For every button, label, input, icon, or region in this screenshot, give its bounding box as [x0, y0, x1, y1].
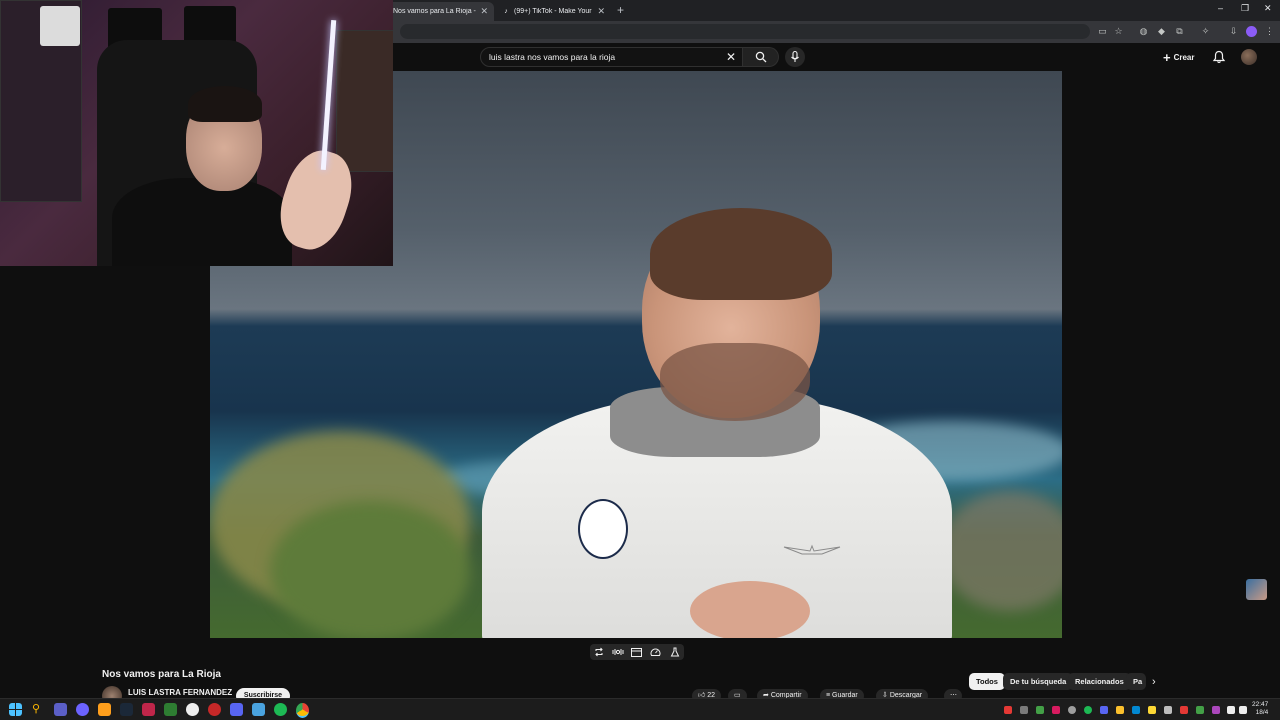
windows-start-icon[interactable]: [9, 703, 22, 716]
profile-avatar-icon[interactable]: [1246, 26, 1257, 37]
tray-icon[interactable]: [1100, 706, 1108, 714]
chip-de-tu-busqueda[interactable]: De tu búsqueda: [1003, 673, 1074, 690]
search-query-text: luis lastra nos vamos para la rioja: [489, 52, 616, 62]
menu-kebab-icon[interactable]: ⋮: [1264, 26, 1275, 37]
search-button[interactable]: [743, 47, 779, 67]
search-icon[interactable]: ⚲: [32, 703, 45, 716]
steam-icon[interactable]: [120, 703, 133, 716]
account-avatar[interactable]: [1241, 49, 1257, 65]
app-icon[interactable]: [98, 703, 111, 716]
spotify-icon[interactable]: [274, 703, 287, 716]
create-label: Crear: [1173, 52, 1195, 62]
windows-taskbar: ⚲ 22:47 18/4: [0, 698, 1280, 720]
chip-partial[interactable]: Pa: [1126, 673, 1146, 690]
related-video-thumbnail[interactable]: [1246, 579, 1267, 600]
streamer-hair: [188, 86, 262, 122]
bookmarks-icon[interactable]: ✧: [1200, 26, 1211, 37]
app-icon[interactable]: [208, 703, 221, 716]
playback-speed-icon[interactable]: [649, 645, 663, 659]
youtube-header: luis lastra nos vamos para la rioja ✕ + …: [393, 43, 1280, 71]
cast-icon[interactable]: ▭: [1097, 26, 1108, 37]
omnibox[interactable]: [400, 24, 1090, 39]
coastal-rocks: [940, 491, 1062, 611]
neon-light-bar: [320, 20, 337, 170]
tray-icon[interactable]: [1132, 706, 1140, 714]
shirt-print: [782, 543, 842, 559]
tab-title: (99+) TikTok - Make Your Day: [514, 8, 593, 15]
search-input[interactable]: luis lastra nos vamos para la rioja ✕: [480, 47, 743, 67]
extensions-puzzle-icon[interactable]: ⧉: [1174, 26, 1185, 37]
close-tab-icon[interactable]: ✕: [597, 6, 605, 17]
bookshelf: [336, 30, 393, 172]
chip-todos[interactable]: Todos: [969, 673, 1005, 690]
close-window-button[interactable]: ✕: [1264, 3, 1272, 14]
tray-icon[interactable]: [1116, 706, 1124, 714]
system-clock[interactable]: 22:47 18/4: [1252, 701, 1268, 717]
person-beard: [660, 343, 810, 421]
tray-icon[interactable]: [1212, 706, 1220, 714]
downloads-icon[interactable]: ⇩: [1228, 26, 1239, 37]
microphone-icon: [791, 50, 799, 62]
loop-icon[interactable]: [592, 645, 606, 659]
miniplayer-icon[interactable]: [630, 645, 644, 659]
tray-icon[interactable]: [1020, 706, 1028, 714]
app-icon[interactable]: [142, 703, 155, 716]
search-icon: [755, 51, 767, 63]
app-icon[interactable]: [252, 703, 265, 716]
tray-icon[interactable]: [1180, 706, 1188, 714]
clock-time: 22:47: [1252, 701, 1269, 708]
chip-relacionados[interactable]: Relacionados: [1068, 673, 1131, 690]
task-view-icon[interactable]: [54, 703, 67, 716]
tiktok-icon: ♪: [504, 7, 508, 15]
new-tab-button[interactable]: +: [617, 3, 624, 17]
tab-youtube[interactable]: Nos vamos para La Rioja - ✕: [387, 2, 494, 21]
shirt-badge-logo: [578, 499, 628, 559]
person-hair: [650, 208, 832, 300]
person-hands: [690, 581, 810, 638]
clear-search-icon[interactable]: ✕: [726, 50, 736, 64]
streamer-body: [112, 178, 292, 266]
video-title: Nos vamos para La Rioja: [102, 669, 221, 680]
tray-icon[interactable]: [1036, 706, 1044, 714]
create-button[interactable]: + Crear: [1163, 49, 1195, 65]
app-icon[interactable]: [164, 703, 177, 716]
maximize-button[interactable]: ❐: [1241, 3, 1249, 14]
chrome-icon[interactable]: [296, 703, 309, 718]
tray-icon[interactable]: [1084, 706, 1092, 714]
experiment-flask-icon[interactable]: [668, 645, 682, 659]
bookmark-star-icon[interactable]: ☆: [1113, 26, 1124, 37]
app-icon[interactable]: [186, 703, 199, 716]
tray-icon[interactable]: [1164, 706, 1172, 714]
extension-icon[interactable]: ◆: [1156, 26, 1167, 37]
tray-icon[interactable]: [1148, 706, 1156, 714]
tab-title: Nos vamos para La Rioja -: [393, 8, 476, 15]
extension-icon[interactable]: ◍: [1138, 26, 1149, 37]
tray-icon[interactable]: [1052, 706, 1060, 714]
channel-name[interactable]: LUIS LASTRA FERNANDEZ: [128, 688, 232, 697]
clock-date: 18/4: [1255, 709, 1269, 716]
chevron-right-icon[interactable]: ›: [1152, 676, 1156, 688]
player-controls: [590, 644, 684, 660]
tray-icon[interactable]: [1004, 706, 1012, 714]
minimize-button[interactable]: –: [1218, 3, 1223, 13]
streamer-webcam-overlay: [0, 0, 393, 266]
vivaldi-icon[interactable]: [76, 703, 89, 716]
discord-icon[interactable]: [230, 703, 243, 716]
coastal-bush: [270, 501, 470, 638]
notifications-bell-icon[interactable]: [1211, 49, 1227, 65]
network-icon[interactable]: [1227, 706, 1235, 714]
volume-icon[interactable]: [1239, 706, 1247, 714]
award-plaque: [40, 6, 80, 46]
aston-martin-wings-logo: [783, 544, 841, 555]
voice-search-button[interactable]: [785, 47, 805, 67]
close-tab-icon[interactable]: ✕: [480, 6, 488, 17]
audio-track-icon[interactable]: [611, 645, 625, 659]
plus-icon: +: [1163, 49, 1171, 65]
tray-icon[interactable]: [1068, 706, 1076, 714]
tray-icon[interactable]: [1196, 706, 1204, 714]
tab-tiktok[interactable]: ♪ (99+) TikTok - Make Your Day ✕: [496, 2, 611, 21]
